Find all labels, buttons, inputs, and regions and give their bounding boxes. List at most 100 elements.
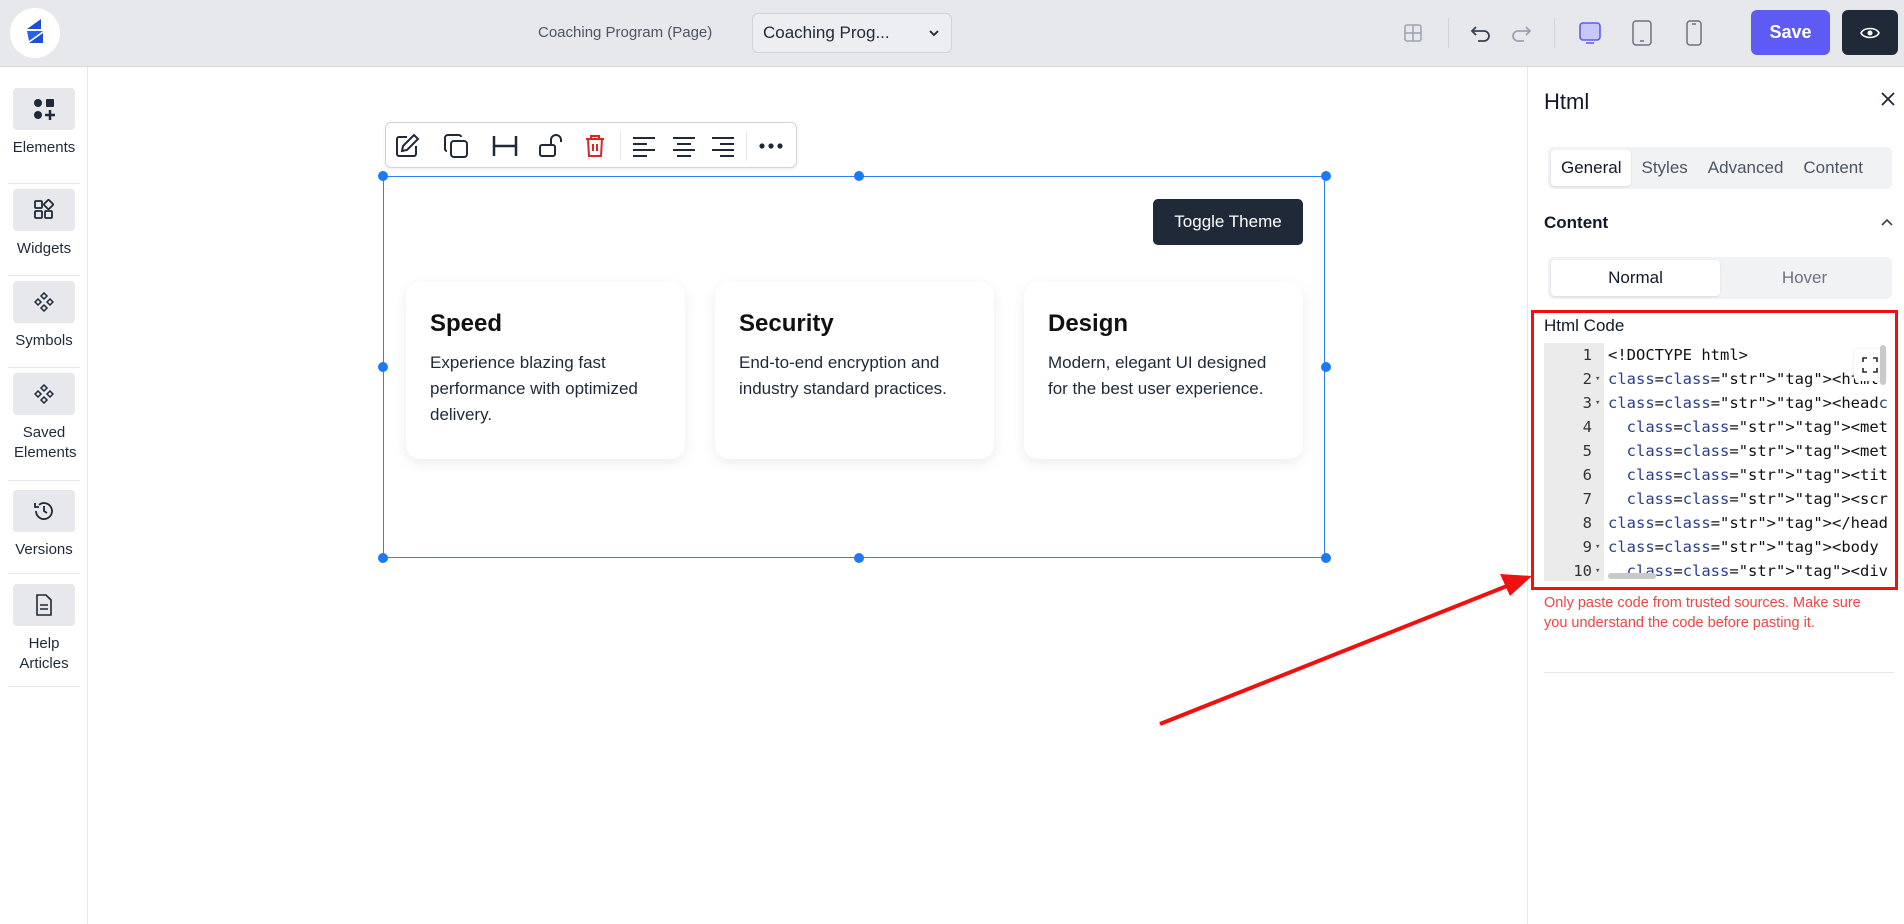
sidebar-item-versions[interactable]: Versions: [8, 481, 80, 574]
line-number: 8: [1582, 514, 1592, 532]
code-line: class=class="str">"tag"><script src=clas…: [1626, 490, 1888, 508]
code-line: <!DOCTYPE html>: [1608, 346, 1748, 364]
horizontal-scrollbar[interactable]: [1608, 573, 1656, 579]
edit-icon[interactable]: [392, 131, 422, 161]
code-line: class=class="str">"tag"><headclass=class…: [1608, 394, 1888, 412]
page-label: Coaching Program (Page): [538, 24, 713, 41]
content-section-header[interactable]: Content: [1544, 213, 1894, 233]
card-title: Security: [739, 310, 834, 337]
sidebar-item-symbols[interactable]: Symbols: [8, 276, 80, 368]
code-line: class=class="str">"tag"><meta charset=cl…: [1626, 418, 1888, 436]
history-icon: [13, 490, 75, 532]
fold-toggle-icon[interactable]: ▾: [1595, 367, 1600, 391]
toggle-theme-button[interactable]: Toggle Theme: [1153, 199, 1303, 245]
code-line: class=class="str">"tag"><html lang=class…: [1608, 370, 1888, 388]
left-sidebar: Elements Widgets Symbols Saved Elements …: [0, 67, 88, 924]
toolbar-divider: [1554, 18, 1555, 48]
resize-handle[interactable]: [1321, 171, 1331, 181]
toolbar-divider: [620, 131, 621, 161]
top-bar: Coaching Program (Page) Coaching Prog...…: [0, 0, 1904, 67]
resize-handle[interactable]: [378, 171, 388, 181]
elements-icon: [13, 88, 75, 130]
align-center-icon[interactable]: [669, 131, 699, 161]
saved-elements-icon: [13, 373, 75, 415]
undo-icon[interactable]: [1466, 18, 1496, 48]
card-title: Speed: [430, 310, 503, 337]
section-divider: [1544, 672, 1894, 673]
section-title: Content: [1544, 213, 1609, 232]
toolbar-divider: [746, 131, 747, 161]
code-line: class=class="str">"tag"><meta name=class…: [1626, 442, 1888, 460]
align-left-icon[interactable]: [629, 131, 659, 161]
card-text: Experience blazing fast performance with…: [430, 353, 638, 424]
toolbar-divider: [1448, 18, 1449, 48]
sidebar-item-widgets[interactable]: Widgets: [8, 184, 80, 276]
line-number: 1: [1582, 346, 1592, 364]
tab-advanced[interactable]: Advanced: [1698, 150, 1794, 186]
feature-card: Design Modern, elegant UI designed for t…: [1024, 282, 1303, 459]
save-button[interactable]: Save: [1751, 10, 1830, 55]
state-normal[interactable]: Normal: [1551, 260, 1720, 296]
sidebar-item-label: Symbols: [15, 332, 73, 349]
close-icon[interactable]: [1876, 87, 1900, 111]
align-right-icon[interactable]: [708, 131, 738, 161]
widgets-icon: [13, 189, 75, 231]
preview-button[interactable]: [1842, 10, 1898, 55]
card-text: End-to-end encryption and industry stand…: [739, 353, 947, 398]
state-toggle: Normal Hover: [1548, 257, 1892, 299]
mobile-view-icon[interactable]: [1679, 18, 1709, 48]
full-width-icon[interactable]: [490, 131, 520, 161]
sidebar-item-help-articles[interactable]: Help Articles: [8, 574, 80, 687]
sidebar-item-elements[interactable]: Elements: [8, 88, 80, 184]
resize-handle[interactable]: [854, 171, 864, 181]
sidebar-item-label: Help Articles: [19, 635, 69, 672]
line-number: 7: [1582, 490, 1592, 508]
grid-icon[interactable]: [1398, 18, 1428, 48]
more-options-icon[interactable]: [756, 131, 786, 161]
redo-icon[interactable]: [1506, 18, 1536, 48]
line-number: 6: [1582, 466, 1592, 484]
feature-card: Security End-to-end encryption and indus…: [715, 282, 994, 459]
resize-handle[interactable]: [1321, 553, 1331, 563]
resize-handle[interactable]: [1321, 362, 1331, 372]
tab-content[interactable]: Content: [1793, 150, 1873, 186]
line-number: 3: [1582, 394, 1592, 412]
element-toolbar: [385, 122, 797, 168]
sidebar-item-label: Versions: [15, 541, 73, 558]
code-line: class=class="str">"tag"><body class=clas…: [1608, 538, 1888, 556]
page-select-value: Coaching Prog...: [763, 23, 890, 42]
panel-title: Html: [1544, 89, 1590, 114]
resize-handle[interactable]: [854, 553, 864, 563]
code-editor[interactable]: 1 <!DOCTYPE html> 2 ▾ class=class="str">"tag…: [1544, 343, 1888, 581]
resize-handle[interactable]: [378, 553, 388, 563]
canvas[interactable]: Toggle Theme Speed Experience blazing fa…: [88, 67, 1527, 924]
fold-toggle-icon[interactable]: ▾: [1595, 559, 1600, 581]
sidebar-item-label: Widgets: [16, 240, 72, 257]
vertical-scrollbar[interactable]: [1880, 345, 1886, 385]
tab-general[interactable]: General: [1551, 150, 1632, 186]
desktop-view-icon[interactable]: [1575, 18, 1605, 48]
unlock-icon[interactable]: [535, 131, 565, 161]
duplicate-icon[interactable]: [441, 131, 471, 161]
code-line: class=class="str">"tag"><titleclass=clas…: [1626, 466, 1888, 484]
feature-card: Speed Experience blazing fast performanc…: [406, 282, 685, 459]
state-hover[interactable]: Hover: [1720, 260, 1889, 296]
card-title: Design: [1048, 310, 1129, 337]
resize-handle[interactable]: [378, 362, 388, 372]
document-icon: [13, 584, 75, 626]
line-number: 5: [1582, 442, 1592, 460]
properties-panel: Html General Styles Advanced Content Con…: [1527, 67, 1904, 924]
tab-styles[interactable]: Styles: [1631, 150, 1697, 186]
fold-toggle-icon[interactable]: ▾: [1595, 535, 1600, 559]
fold-toggle-icon[interactable]: ▾: [1595, 391, 1600, 415]
panel-tabs: General Styles Advanced Content: [1548, 147, 1892, 189]
app-logo[interactable]: [10, 8, 60, 58]
page-select[interactable]: Coaching Prog...: [752, 13, 952, 53]
sidebar-item-saved-elements[interactable]: Saved Elements: [8, 368, 80, 481]
line-number: 2: [1582, 370, 1592, 388]
trash-icon[interactable]: [580, 131, 610, 161]
paste-warning: Only paste code from trusted sources. Ma…: [1544, 595, 1861, 631]
card-text: Modern, elegant UI designed for the best…: [1048, 353, 1267, 398]
tablet-view-icon[interactable]: [1627, 18, 1657, 48]
line-number: 4: [1582, 418, 1592, 436]
